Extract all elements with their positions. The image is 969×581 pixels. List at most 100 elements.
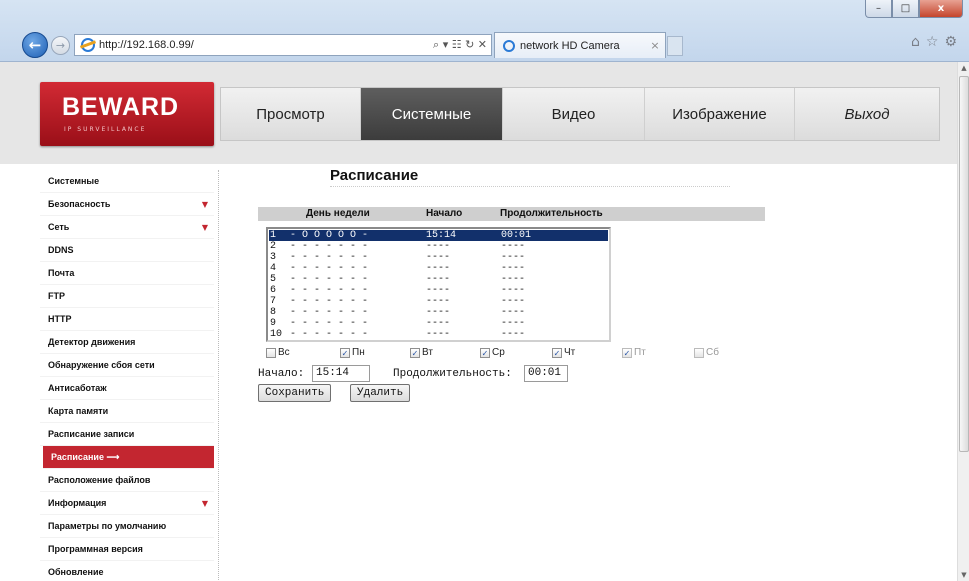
menu-system[interactable]: Системные — [361, 88, 503, 140]
weekday-checkbox[interactable]: ✓ — [552, 347, 562, 358]
scroll-down-arrow-icon[interactable]: ▼ — [958, 569, 969, 581]
weekday-checkbox[interactable]: ✓ — [480, 347, 490, 358]
expand-arrow-icon: ▼ — [201, 498, 208, 508]
menu-view[interactable]: Просмотр — [221, 88, 361, 140]
expand-arrow-icon: ▼ — [201, 222, 208, 232]
schedule-row[interactable]: 8 - - - - - - - ---- ---- — [269, 307, 608, 318]
maximize-button[interactable]: □ — [892, 0, 919, 18]
duration-input[interactable]: 00:01 — [524, 365, 568, 382]
row-days: - - - - - - - — [290, 307, 369, 318]
row-start: ---- — [426, 274, 451, 285]
sidebar-item[interactable]: Расписание ⟶ — [43, 446, 214, 469]
schedule-row[interactable]: 5 - - - - - - - ---- ---- — [269, 274, 608, 285]
page-scrollbar[interactable]: ▲ ▼ — [957, 62, 969, 581]
address-url[interactable]: http://192.168.0.99/ — [99, 39, 433, 51]
schedule-row[interactable]: 2 - - - - - - - ---- ---- — [269, 241, 608, 252]
row-start: ---- — [426, 296, 451, 307]
sidebar-item[interactable]: Карта памяти — [40, 400, 214, 423]
duration-label: Продолжительность: — [393, 368, 512, 380]
weekday-option[interactable]: Сб — [694, 347, 719, 358]
row-days: - - - - - - - — [290, 241, 369, 252]
sidebar-item[interactable]: Безопасность ▼ — [40, 193, 214, 216]
weekday-option[interactable]: Вс — [266, 347, 290, 358]
sidebar-item-label: Расписание записи — [48, 429, 135, 439]
sidebar-item[interactable]: Расписание записи — [40, 423, 214, 446]
weekday-checkbox[interactable]: ✓ — [622, 347, 632, 358]
schedule-row[interactable]: 4 - - - - - - - ---- ---- — [269, 263, 608, 274]
weekday-checkboxes: Вс ✓ Пн ✓ Вт ✓ Ср ✓ Чт ✓ Пт Сб — [266, 347, 766, 363]
address-tools-icon[interactable]: ⌕ ▾ ☷ ↻ ✕ — [433, 38, 491, 52]
row-start: ---- — [426, 263, 451, 274]
sidebar-item[interactable]: Информация ▼ — [40, 492, 214, 515]
logo-subtext: IP SURVEILLANCE — [64, 126, 147, 133]
sidebar-item[interactable]: Антисаботаж — [40, 377, 214, 400]
weekday-option[interactable]: ✓ Вт — [410, 347, 433, 358]
forward-arrow-icon[interactable]: → — [51, 36, 70, 55]
col-start: Начало — [426, 208, 463, 219]
new-tab-button[interactable] — [667, 36, 683, 56]
address-bar[interactable]: http://192.168.0.99/ ⌕ ▾ ☷ ↻ ✕ — [74, 34, 492, 56]
sidebar-item[interactable]: FTP — [40, 285, 214, 308]
weekday-option[interactable]: ✓ Пт — [622, 347, 646, 358]
weekday-option[interactable]: ✓ Чт — [552, 347, 575, 358]
menu-image[interactable]: Изображение — [645, 88, 795, 140]
weekday-checkbox[interactable]: ✓ — [340, 347, 350, 358]
row-start: ---- — [426, 318, 451, 329]
row-duration: ---- — [501, 274, 526, 285]
sidebar-item[interactable]: Программная версия — [40, 538, 214, 561]
sidebar-item[interactable]: Обновление — [40, 561, 214, 581]
sidebar-item[interactable]: Почта — [40, 262, 214, 285]
weekday-checkbox[interactable]: ✓ — [410, 347, 420, 358]
row-duration: ---- — [501, 285, 526, 296]
sidebar-item[interactable]: Детектор движения — [40, 331, 214, 354]
schedule-row[interactable]: 1 - O O O O O - 15:14 00:01 — [269, 230, 608, 241]
weekday-option[interactable]: ✓ Ср — [480, 347, 505, 358]
sidebar-item[interactable]: HTTP — [40, 308, 214, 331]
row-number: 2 — [270, 241, 277, 252]
schedule-row[interactable]: 9 - - - - - - - ---- ---- — [269, 318, 608, 329]
scroll-up-arrow-icon[interactable]: ▲ — [958, 62, 969, 74]
home-icon[interactable]: ⌂ — [911, 34, 920, 50]
sidebar-item[interactable]: DDNS — [40, 239, 214, 262]
sidebar-item-label: Антисаботаж — [48, 383, 107, 393]
web-page: BEWARD IP SURVEILLANCE Просмотр Системны… — [0, 62, 957, 581]
browser-tab[interactable]: network HD Camera × — [494, 32, 666, 58]
gear-icon[interactable]: ⚙ — [944, 34, 957, 50]
row-duration: 00:01 — [501, 230, 532, 241]
minimize-button[interactable]: – — [865, 0, 892, 18]
weekday-checkbox[interactable] — [694, 347, 704, 358]
start-time-input[interactable]: 15:14 — [312, 365, 370, 382]
row-days: - - - - - - - — [290, 329, 369, 340]
weekday-checkbox[interactable] — [266, 347, 276, 358]
weekday-label: Чт — [564, 347, 576, 358]
weekday-option[interactable]: ✓ Пн — [340, 347, 365, 358]
back-arrow-icon[interactable]: ← — [22, 32, 48, 58]
weekday-label: Пн — [352, 347, 365, 358]
main-menu: Просмотр Системные Видео Изображение Вых… — [220, 87, 940, 141]
schedule-row[interactable]: 10 - - - - - - - ---- ---- — [269, 329, 608, 340]
scrollbar-thumb[interactable] — [959, 76, 969, 452]
tab-close-icon[interactable]: × — [645, 39, 665, 52]
schedule-row[interactable]: 7 - - - - - - - ---- ---- — [269, 296, 608, 307]
row-number: 7 — [270, 296, 277, 307]
menu-video[interactable]: Видео — [503, 88, 645, 140]
sidebar-item[interactable]: Системные — [40, 170, 214, 193]
row-days: - - - - - - - — [290, 263, 369, 274]
schedule-listbox[interactable]: 1 - O O O O O - 15:14 00:01 2 - - - - - - - --… — [266, 227, 611, 342]
col-day: День недели — [306, 208, 370, 219]
sidebar-item[interactable]: Сеть ▼ — [40, 216, 214, 239]
row-number: 10 — [270, 329, 283, 340]
close-window-button[interactable]: x — [919, 0, 963, 18]
menu-exit[interactable]: Выход — [795, 88, 939, 140]
sidebar-item[interactable]: Расположение файлов — [40, 469, 214, 492]
sidebar-item[interactable]: Параметры по умолчанию — [40, 515, 214, 538]
schedule-row[interactable]: 3 - - - - - - - ---- ---- — [269, 252, 608, 263]
schedule-row[interactable]: 6 - - - - - - - ---- ---- — [269, 285, 608, 296]
star-icon[interactable]: ☆ — [926, 34, 939, 50]
page-title: Расписание — [330, 167, 419, 184]
row-days: - - - - - - - — [290, 296, 369, 307]
sidebar-item[interactable]: Обнаружение сбоя сети — [40, 354, 214, 377]
save-button[interactable]: Сохранить — [258, 384, 332, 402]
delete-button[interactable]: Удалить — [350, 384, 411, 402]
row-duration: ---- — [501, 296, 526, 307]
